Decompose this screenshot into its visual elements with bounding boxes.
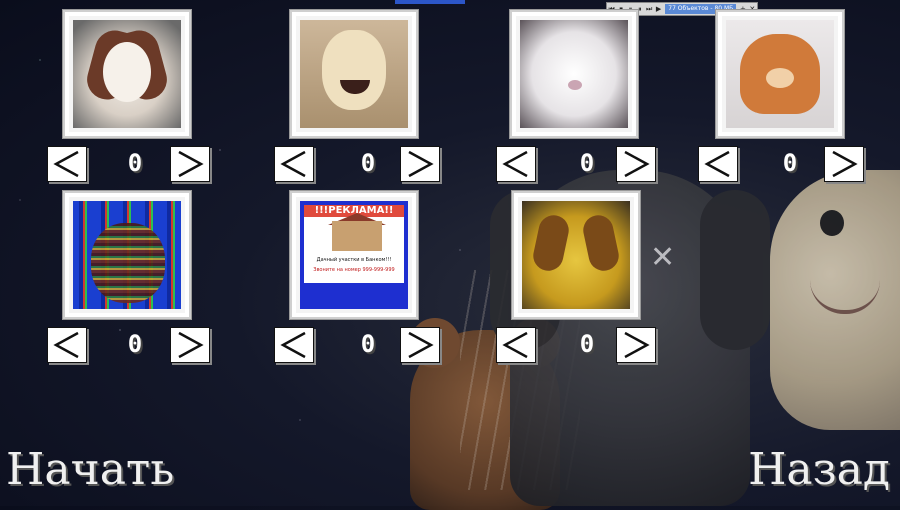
arrow-left-icon	[53, 150, 79, 178]
item-count-glitch: 0	[127, 330, 143, 358]
increase-button-white-bear[interactable]	[616, 146, 656, 182]
item-count-orange-bear: 0	[782, 149, 798, 177]
ad-phone: Звоните на номер 999-999-999	[313, 267, 395, 273]
decrease-button-lamb[interactable]	[274, 146, 314, 182]
lamb-eye	[820, 210, 844, 236]
arrow-left-icon	[704, 150, 730, 178]
start-button[interactable]: Начать	[6, 448, 174, 492]
arrow-right-icon	[408, 331, 434, 359]
item-thumbnail-white-bear[interactable]	[510, 10, 638, 138]
lamb-plush-image	[300, 20, 408, 128]
decrease-button-yellow-dog[interactable]	[496, 327, 536, 363]
item-thumbnail-lamb[interactable]	[290, 10, 418, 138]
top-edge-marker	[395, 0, 465, 4]
item-thumbnail-yellow-dog[interactable]	[512, 191, 640, 319]
yellow-dog-plush-image	[522, 201, 630, 309]
skip-forward-icon[interactable]: ⏭	[645, 3, 654, 15]
arrow-right-icon	[178, 150, 204, 178]
arrow-right-icon	[624, 150, 650, 178]
back-button[interactable]: Назад	[748, 448, 890, 492]
house-icon	[332, 221, 382, 251]
decrease-button-white-bear[interactable]	[496, 146, 536, 182]
increase-button-orange-bear[interactable]	[824, 146, 864, 182]
arrow-left-icon	[280, 331, 306, 359]
cream-dog-plush-image	[73, 20, 181, 128]
background-lamb	[770, 170, 900, 430]
item-thumbnail-orange-bear[interactable]	[716, 10, 844, 138]
item-thumbnail-cream-dog[interactable]	[63, 10, 191, 138]
advertisement-image: !!!РЕКЛАМА!! Дачный участки в Банком!!! …	[300, 201, 408, 309]
increase-button-cream-dog[interactable]	[170, 146, 210, 182]
arrow-left-icon	[53, 331, 79, 359]
item-count-lamb: 0	[360, 149, 376, 177]
arrow-right-icon	[624, 331, 650, 359]
decrease-button-glitch[interactable]	[47, 327, 87, 363]
play-icon[interactable]: ▶	[654, 3, 663, 15]
arrow-left-icon	[502, 150, 528, 178]
arrow-left-icon	[280, 150, 306, 178]
glitched-plush-image	[73, 201, 181, 309]
increase-button-glitch[interactable]	[170, 327, 210, 363]
cross-eye-icon: ✕	[650, 240, 676, 275]
arrow-right-icon	[408, 150, 434, 178]
white-bear-plush-image	[520, 20, 628, 128]
decrease-button-cream-dog[interactable]	[47, 146, 87, 182]
arrow-right-icon	[832, 150, 858, 178]
orange-bear-plush-image	[726, 20, 834, 128]
item-count-ad: 0	[360, 330, 376, 358]
item-count-white-bear: 0	[579, 149, 595, 177]
decrease-button-ad[interactable]	[274, 327, 314, 363]
arrow-left-icon	[502, 331, 528, 359]
increase-button-ad[interactable]	[400, 327, 440, 363]
arrow-right-icon	[178, 331, 204, 359]
item-thumbnail-glitch[interactable]	[63, 191, 191, 319]
item-thumbnail-ad[interactable]: !!!РЕКЛАМА!! Дачный участки в Банком!!! …	[290, 191, 418, 319]
dog-ear	[700, 190, 770, 350]
decrease-button-orange-bear[interactable]	[698, 146, 738, 182]
item-count-yellow-dog: 0	[579, 330, 595, 358]
lamb-mouth	[810, 280, 880, 314]
item-count-cream-dog: 0	[127, 149, 143, 177]
increase-button-yellow-dog[interactable]	[616, 327, 656, 363]
increase-button-lamb[interactable]	[400, 146, 440, 182]
ad-text: Дачный участки в Банком!!!	[316, 257, 392, 263]
